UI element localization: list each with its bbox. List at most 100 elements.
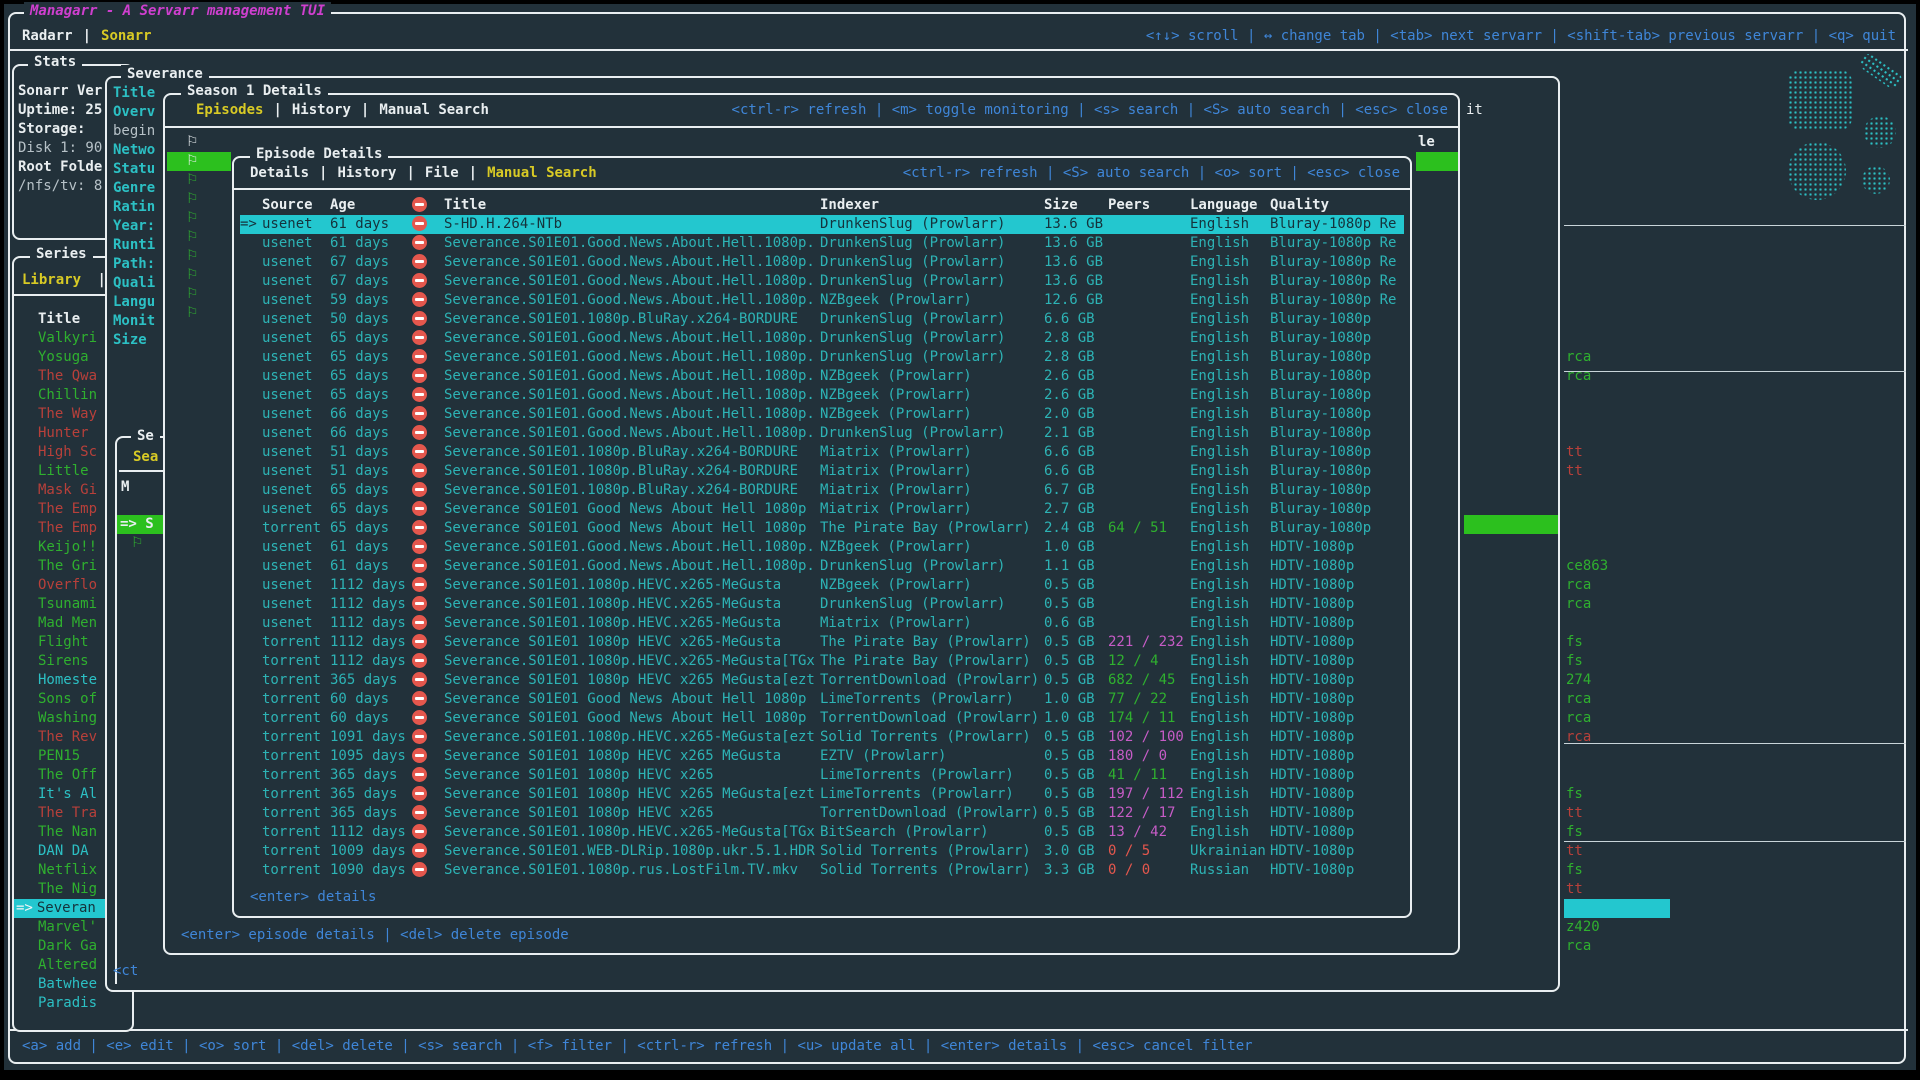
header-quality[interactable]: Quality <box>1270 196 1404 215</box>
release-row[interactable]: usenet65 daysSeverance.S01E01.Good.News.… <box>240 386 1404 405</box>
release-row[interactable]: torrent1112 daysSeverance.S01E01.1080p.H… <box>240 823 1404 842</box>
release-row[interactable]: usenet1112 daysSeverance.S01E01.1080p.HE… <box>240 614 1404 633</box>
cell-source: usenet <box>262 424 330 443</box>
cell-quality: HDTV-1080p <box>1270 747 1404 766</box>
release-row[interactable]: usenet65 daysSeverance S01E01 Good News … <box>240 500 1404 519</box>
seasons-tab-fragment: Sea <box>133 448 158 467</box>
header-peers[interactable]: Peers <box>1108 196 1190 215</box>
series-row-fragment: rca <box>1566 367 1591 386</box>
release-row[interactable]: torrent60 daysSeverance S01E01 Good News… <box>240 709 1404 728</box>
cell-title: S-HD.H.264-NTb <box>444 215 820 234</box>
cell-rejected <box>412 709 444 728</box>
release-row[interactable]: torrent65 daysSeverance S01E01 Good News… <box>240 519 1404 538</box>
cell-age: 60 days <box>330 709 412 728</box>
release-row[interactable]: torrent1091 daysSeverance.S01E01.1080p.H… <box>240 728 1404 747</box>
release-row[interactable]: usenet65 daysSeverance.S01E01.1080p.BluR… <box>240 481 1404 500</box>
cell-source: usenet <box>262 462 330 481</box>
header-language[interactable]: Language <box>1190 196 1270 215</box>
release-row[interactable]: torrent1112 daysSeverance.S01E01.1080p.H… <box>240 652 1404 671</box>
release-row[interactable]: torrent1009 daysSeverance.S01E01.WEB-DLR… <box>240 842 1404 861</box>
release-row[interactable]: usenet61 daysSeverance.S01E01.Good.News.… <box>240 538 1404 557</box>
release-row[interactable]: torrent1112 daysSeverance S01E01 1080p H… <box>240 633 1404 652</box>
cell-source: torrent <box>262 804 330 823</box>
cell-indexer: LimeTorrents (Prowlarr) <box>820 690 1044 709</box>
release-row[interactable]: torrent1090 daysSeverance.S01E01.1080p.r… <box>240 861 1404 880</box>
cell-language: English <box>1190 215 1270 234</box>
cell-age: 365 days <box>330 785 412 804</box>
cell-rejected <box>412 329 444 348</box>
tab-episode-history[interactable]: History <box>337 165 396 181</box>
release-row[interactable]: usenet1112 daysSeverance.S01E01.1080p.HE… <box>240 595 1404 614</box>
tab-season-manual-search[interactable]: Manual Search <box>379 102 489 118</box>
cell-size: 3.0 GB <box>1044 842 1108 861</box>
cell-size: 0.5 GB <box>1044 728 1108 747</box>
release-row[interactable]: usenet61 daysSeverance.S01E01.Good.News.… <box>240 557 1404 576</box>
release-row[interactable]: usenet1112 daysSeverance.S01E01.1080p.HE… <box>240 576 1404 595</box>
release-row[interactable]: =>usenet61 daysS-HD.H.264-NTbDrunkenSlug… <box>240 215 1404 234</box>
cell-rejected <box>412 861 444 880</box>
cell-size: 0.5 GB <box>1044 633 1108 652</box>
selected-episode-row-right-fragment <box>1416 152 1458 171</box>
cell-age: 365 days <box>330 671 412 690</box>
release-row[interactable]: usenet66 daysSeverance.S01E01.Good.News.… <box>240 424 1404 443</box>
header-title[interactable]: Title <box>444 196 820 215</box>
cell-size: 13.6 GB <box>1044 272 1108 291</box>
cell-title: Severance.S01E01.Good.News.About.Hell.10… <box>444 538 820 557</box>
tab-season-history[interactable]: History <box>292 102 351 118</box>
cell-rejected <box>412 272 444 291</box>
cell-language: Ukrainian <box>1190 842 1270 861</box>
release-row[interactable]: torrent1095 daysSeverance S01E01 1080p H… <box>240 747 1404 766</box>
release-row[interactable]: torrent365 daysSeverance S01E01 1080p HE… <box>240 766 1404 785</box>
selected-episode-row-fragment[interactable]: ⚐ <box>167 152 231 171</box>
cell-language: English <box>1190 424 1270 443</box>
release-row[interactable]: usenet51 daysSeverance.S01E01.1080p.BluR… <box>240 443 1404 462</box>
cell-peers: 122 / 17 <box>1108 804 1190 823</box>
series-row-fragment: fs <box>1566 652 1583 671</box>
cell-age: 51 days <box>330 462 412 481</box>
release-row[interactable]: torrent365 daysSeverance S01E01 1080p HE… <box>240 785 1404 804</box>
release-row[interactable]: torrent60 daysSeverance S01E01 Good News… <box>240 690 1404 709</box>
series-item[interactable]: Paradis <box>14 994 132 1013</box>
tab-manual-search[interactable]: Manual Search <box>487 165 597 181</box>
tab-episodes[interactable]: Episodes <box>196 102 263 118</box>
release-row[interactable]: usenet50 daysSeverance.S01E01.1080p.BluR… <box>240 310 1404 329</box>
cell-title: Severance S01E01 1080p HEVC x265 <box>444 766 820 785</box>
series-column-header: Title <box>38 310 80 329</box>
tab-sonarr[interactable]: Sonarr <box>101 28 152 44</box>
cell-peers: 221 / 232 <box>1108 633 1190 652</box>
release-row[interactable]: torrent365 daysSeverance S01E01 1080p HE… <box>240 804 1404 823</box>
header-size[interactable]: Size <box>1044 196 1108 215</box>
cell-source: usenet <box>262 348 330 367</box>
header-age[interactable]: Age <box>330 196 412 215</box>
cell-quality: Bluray-1080p <box>1270 481 1404 500</box>
release-row[interactable]: usenet51 daysSeverance.S01E01.1080p.BluR… <box>240 462 1404 481</box>
series-item-label: Overflo <box>38 577 97 593</box>
release-row[interactable]: usenet67 daysSeverance.S01E01.Good.News.… <box>240 272 1404 291</box>
cell-size: 1.0 GB <box>1044 690 1108 709</box>
release-row[interactable]: usenet65 daysSeverance.S01E01.Good.News.… <box>240 367 1404 386</box>
series-item-label: Keijo!! <box>38 539 97 555</box>
cell-source: usenet <box>262 291 330 310</box>
series-item-label: DAN DA <box>38 843 89 859</box>
cell-rejected <box>412 348 444 367</box>
cell-rejected <box>412 747 444 766</box>
release-row[interactable]: usenet67 daysSeverance.S01E01.Good.News.… <box>240 253 1404 272</box>
selected-season-row-fragment[interactable]: => S <box>117 515 163 534</box>
release-row[interactable]: usenet65 daysSeverance.S01E01.Good.News.… <box>240 348 1404 367</box>
tab-radarr[interactable]: Radarr <box>22 28 73 44</box>
header-indexer[interactable]: Indexer <box>820 196 1044 215</box>
release-row[interactable]: usenet61 daysSeverance.S01E01.Good.News.… <box>240 234 1404 253</box>
release-row[interactable]: usenet65 daysSeverance.S01E01.Good.News.… <box>240 329 1404 348</box>
cell-title: Severance.S01E01.1080p.BluRay.x264-BORDU… <box>444 443 820 462</box>
tab-library[interactable]: Library <box>22 272 81 288</box>
tab-file[interactable]: File <box>425 165 459 181</box>
tab-details[interactable]: Details <box>250 165 309 181</box>
release-row[interactable]: torrent365 daysSeverance S01E01 1080p HE… <box>240 671 1404 690</box>
cell-quality: HDTV-1080p <box>1270 804 1404 823</box>
header-rejected[interactable] <box>412 196 444 215</box>
rejected-icon <box>412 786 427 801</box>
cell-title: Severance.S01E01.1080p.HEVC.x265-MeGusta <box>444 614 820 633</box>
header-source[interactable]: Source <box>262 196 330 215</box>
release-row[interactable]: usenet59 daysSeverance.S01E01.Good.News.… <box>240 291 1404 310</box>
release-row[interactable]: usenet66 daysSeverance.S01E01.Good.News.… <box>240 405 1404 424</box>
